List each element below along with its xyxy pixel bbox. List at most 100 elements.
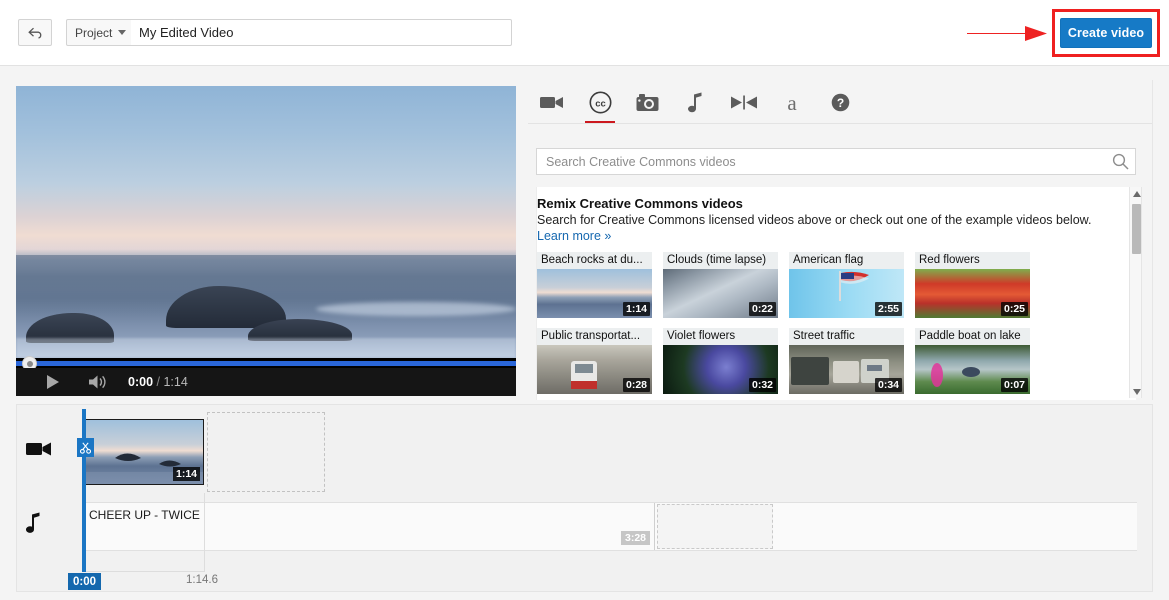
play-icon[interactable] bbox=[44, 373, 62, 391]
tab-text[interactable]: a bbox=[768, 80, 816, 124]
cc-video-title: Public transportat... bbox=[537, 328, 652, 345]
timeline-audio-clip-duration: 3:28 bbox=[620, 531, 650, 545]
cc-video-duration: 0:07 bbox=[1000, 378, 1028, 392]
timeline-audio-clip[interactable]: CHEER UP - TWICE 3:28 bbox=[84, 503, 655, 550]
cc-video-card[interactable]: Street traffic 0:34 bbox=[789, 328, 904, 394]
cc-video-thumbnail: 0:22 bbox=[663, 269, 778, 318]
cc-video-card[interactable]: Public transportat... 0:28 bbox=[537, 328, 652, 394]
cc-video-card[interactable]: Violet flowers 0:32 bbox=[663, 328, 778, 394]
scrollbar-thumb[interactable] bbox=[1132, 204, 1141, 254]
cc-video-grid: Beach rocks at du... 1:14 Clouds (time l… bbox=[537, 252, 1136, 394]
timeline-audio-clip-label: CHEER UP - TWICE bbox=[89, 508, 200, 522]
video-title-input[interactable] bbox=[131, 19, 512, 46]
create-video-button[interactable]: Create video bbox=[1060, 18, 1152, 48]
cc-video-card[interactable]: Red flowers 0:25 bbox=[915, 252, 1030, 318]
tabs-divider bbox=[528, 123, 1153, 124]
annotation-arrow-icon bbox=[967, 26, 1047, 41]
music-note-icon bbox=[688, 92, 702, 112]
tab-creative-commons[interactable]: cc bbox=[576, 80, 624, 124]
back-arrow-icon bbox=[27, 27, 43, 39]
video-preview-frame bbox=[16, 86, 516, 358]
project-dropdown[interactable]: Project bbox=[66, 19, 136, 46]
cc-panel-scrollbar[interactable] bbox=[1129, 187, 1142, 398]
search-input[interactable] bbox=[537, 154, 1105, 169]
pane-divider bbox=[1152, 80, 1153, 400]
cc-video-duration: 0:28 bbox=[622, 378, 650, 392]
video-editor-app: Project Create video bbox=[0, 0, 1169, 600]
creative-commons-icon: cc bbox=[589, 91, 611, 113]
question-mark-icon: ? bbox=[831, 93, 849, 111]
cc-video-title: Violet flowers bbox=[663, 328, 778, 345]
cc-video-title: Beach rocks at du... bbox=[537, 252, 652, 269]
cc-video-card[interactable]: American flag 2:55 bbox=[789, 252, 904, 318]
svg-text:cc: cc bbox=[595, 98, 606, 109]
camera-icon bbox=[636, 93, 659, 111]
video-track-dropzone[interactable] bbox=[207, 412, 325, 492]
player-duration: 1:14 bbox=[163, 375, 188, 389]
wave-foam-far bbox=[316, 302, 516, 316]
timeline-playhead[interactable] bbox=[82, 409, 86, 572]
cc-video-card[interactable]: Paddle boat on lake 0:07 bbox=[915, 328, 1030, 394]
playhead-time-badge[interactable]: 0:00 bbox=[68, 573, 101, 590]
cc-video-thumbnail: 0:25 bbox=[915, 269, 1030, 318]
timeline-video-clip-duration: 1:14 bbox=[172, 467, 200, 481]
scissors-icon[interactable] bbox=[77, 438, 94, 457]
video-track-icon bbox=[26, 440, 52, 458]
cc-video-title: Clouds (time lapse) bbox=[663, 252, 778, 269]
cc-video-thumbnail: 0:07 bbox=[915, 345, 1030, 394]
learn-more-link[interactable]: Learn more » bbox=[537, 229, 611, 243]
cc-subheading: Search for Creative Commons licensed vid… bbox=[537, 213, 1092, 227]
tab-video[interactable] bbox=[528, 80, 576, 124]
player-time-display: 0:00 / 1:14 bbox=[128, 375, 188, 389]
video-preview-player[interactable]: 0:00 / 1:14 bbox=[16, 86, 516, 396]
cc-video-card[interactable]: Clouds (time lapse) 0:22 bbox=[663, 252, 778, 318]
cc-heading: Remix Creative Commons videos bbox=[537, 196, 743, 211]
cc-video-title: Paddle boat on lake bbox=[915, 328, 1030, 345]
transition-bowtie-icon bbox=[731, 95, 757, 109]
cc-video-thumbnail: 0:34 bbox=[789, 345, 904, 394]
cc-video-card[interactable]: Beach rocks at du... 1:14 bbox=[537, 252, 652, 318]
create-video-label: Create video bbox=[1067, 26, 1145, 40]
cc-video-title: American flag bbox=[789, 252, 904, 269]
search-icon[interactable] bbox=[1105, 149, 1135, 174]
volume-icon[interactable] bbox=[88, 374, 108, 390]
chevron-down-icon[interactable] bbox=[1130, 385, 1143, 398]
timeline-video-clip[interactable]: 1:14 bbox=[84, 419, 204, 485]
timeline-ruler-label: 1:14.6 bbox=[186, 574, 218, 586]
audio-track-dropzone[interactable] bbox=[657, 504, 773, 549]
cc-video-duration: 1:14 bbox=[622, 302, 650, 316]
cc-search-bar[interactable] bbox=[536, 148, 1136, 175]
cc-video-duration: 0:34 bbox=[874, 378, 902, 392]
cc-video-duration: 0:32 bbox=[748, 378, 776, 392]
wave-foam-near bbox=[16, 338, 516, 358]
tab-photo[interactable] bbox=[624, 80, 672, 124]
cc-video-thumbnail: 0:32 bbox=[663, 345, 778, 394]
player-progress-row[interactable] bbox=[16, 356, 516, 371]
video-camera-icon bbox=[540, 96, 563, 108]
cc-video-duration: 0:22 bbox=[748, 302, 776, 316]
svg-text:a: a bbox=[787, 91, 797, 113]
chevron-down-icon bbox=[118, 30, 127, 35]
top-toolbar: Project Create video bbox=[0, 0, 1169, 66]
project-dropdown-label: Project bbox=[75, 25, 113, 40]
back-button[interactable] bbox=[18, 19, 52, 46]
player-time-separator: / bbox=[156, 375, 160, 389]
cc-video-row: Public transportat... 0:28 Violet flower… bbox=[537, 328, 1136, 394]
cc-results-panel: Remix Creative Commons videos Search for… bbox=[536, 187, 1136, 400]
cc-video-thumbnail: 2:55 bbox=[789, 269, 904, 318]
cc-video-duration: 0:25 bbox=[1000, 302, 1028, 316]
cc-video-thumbnail: 0:28 bbox=[537, 345, 652, 394]
svg-text:?: ? bbox=[836, 96, 843, 110]
chevron-up-icon[interactable] bbox=[1130, 187, 1143, 200]
player-controls: 0:00 / 1:14 bbox=[16, 368, 516, 396]
cc-video-thumbnail: 1:14 bbox=[537, 269, 652, 318]
tab-audio[interactable] bbox=[672, 80, 720, 124]
player-progress-bar[interactable] bbox=[16, 361, 516, 366]
tab-help[interactable]: ? bbox=[816, 80, 864, 124]
audio-track-icon bbox=[26, 512, 42, 534]
text-a-icon: a bbox=[787, 91, 797, 113]
tab-transition[interactable] bbox=[720, 80, 768, 124]
cc-video-row: Beach rocks at du... 1:14 Clouds (time l… bbox=[537, 252, 1136, 318]
player-current-time: 0:00 bbox=[128, 375, 154, 389]
cc-video-title: Red flowers bbox=[915, 252, 1030, 269]
